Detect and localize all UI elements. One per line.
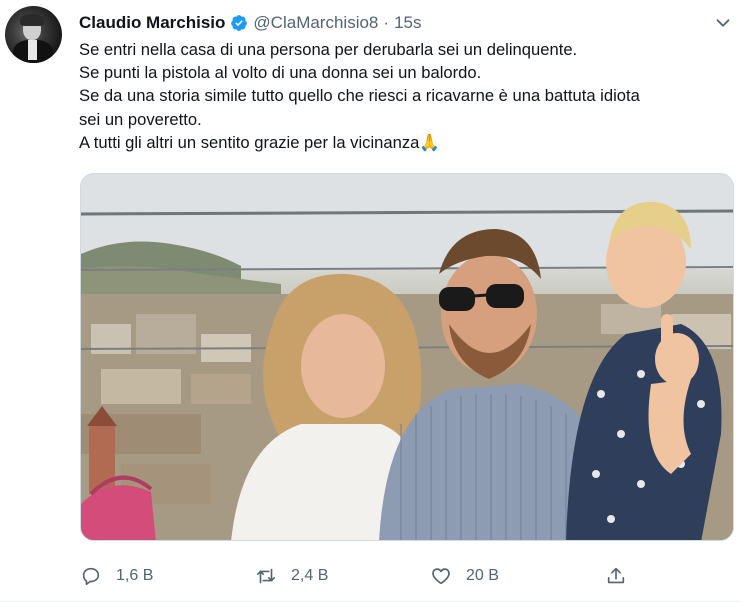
tweet-timestamp[interactable]: 15s <box>394 13 421 33</box>
retweet-icon <box>256 568 276 584</box>
retweet-count: 2,4 B <box>291 567 329 584</box>
avatar[interactable] <box>5 6 62 63</box>
heart-icon <box>432 568 450 585</box>
tweet-text-line: Se punti la pistola al volto di una donn… <box>79 63 482 83</box>
avatar-hair-shape <box>20 14 44 26</box>
share-icon <box>607 567 625 584</box>
avatar-shirt-shape <box>28 40 37 60</box>
chevron-down-icon[interactable] <box>712 12 734 34</box>
tweet-text-line: sei un poveretto. <box>79 109 202 129</box>
tweet-photo[interactable] <box>80 173 734 541</box>
tweet-actions: 1,6 B 2,4 B 20 B <box>0 562 740 590</box>
photo-illustration <box>81 174 733 540</box>
separator-dot: · <box>383 13 390 32</box>
retweet-button[interactable]: 2,4 B <box>255 562 328 590</box>
tweet-card[interactable]: Claudio Marchisio @ClaMarchisio8 · 15s S… <box>0 0 740 602</box>
reply-icon <box>82 567 100 586</box>
tweet-text-line: A tutti gli altri un sentito grazie per … <box>79 132 441 152</box>
author-name[interactable]: Claudio Marchisio <box>79 13 225 33</box>
tweet-header: Claudio Marchisio @ClaMarchisio8 · 15s <box>79 12 421 34</box>
like-button[interactable]: 20 B <box>430 562 499 590</box>
tweet-text-line: Se entri nella casa di una persona per d… <box>79 40 578 59</box>
tweet-text-line: Se da una storia simile tutto quello che… <box>79 86 640 106</box>
share-button[interactable] <box>605 562 641 590</box>
verified-badge-icon <box>230 14 248 32</box>
author-handle[interactable]: @ClaMarchisio8 <box>253 13 378 33</box>
reply-count: 1,6 B <box>116 567 154 584</box>
like-count: 20 B <box>466 567 499 584</box>
reply-button[interactable]: 1,6 B <box>80 562 153 590</box>
tweet-text: Se entri nella casa di una persona per d… <box>79 38 729 154</box>
